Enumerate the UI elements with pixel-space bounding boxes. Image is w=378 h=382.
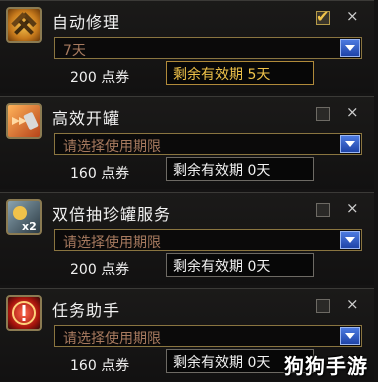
service-panel-double-draw: x2 双倍抽珍罐服务 × 请选择使用期限 200 点券 剩余有效期 0天 xyxy=(0,192,374,285)
price-label: 160 点券 xyxy=(70,355,129,375)
remaining-label: 剩余有效期 xyxy=(173,67,243,83)
close-icon[interactable]: × xyxy=(346,295,359,313)
price-label: 200 点券 xyxy=(70,67,129,87)
fast-open-can-icon xyxy=(6,103,42,139)
price-value: 160 xyxy=(70,358,97,374)
remaining-value: 0天 xyxy=(247,163,271,179)
duration-select[interactable]: 7天 xyxy=(54,37,362,59)
remaining-label: 剩余有效期 xyxy=(173,355,243,371)
price-unit: 点券 xyxy=(101,358,130,374)
service-title: 自动修理 xyxy=(52,13,121,32)
price-label: 160 点券 xyxy=(70,163,129,183)
close-icon[interactable]: × xyxy=(346,199,359,217)
price-value: 200 xyxy=(70,262,97,278)
close-icon[interactable]: × xyxy=(346,103,359,121)
enable-checkbox[interactable] xyxy=(316,203,330,217)
dropdown-arrow-icon[interactable] xyxy=(340,39,360,57)
duration-select-value: 7天 xyxy=(63,43,86,59)
checkmark-icon: ✔ xyxy=(316,7,330,26)
price-value: 200 xyxy=(70,70,97,86)
service-panel-fast-open: 高效开罐 × 请选择使用期限 160 点券 剩余有效期 0天 xyxy=(0,96,374,189)
price-value: 160 xyxy=(70,166,97,182)
remaining-value: 5天 xyxy=(247,67,271,83)
duration-select-value: 请选择使用期限 xyxy=(63,139,161,155)
remaining-validity: 剩余有效期 0天 xyxy=(166,157,314,181)
service-title: 双倍抽珍罐服务 xyxy=(52,205,172,224)
remaining-value: 0天 xyxy=(247,355,271,371)
price-unit: 点券 xyxy=(101,262,130,278)
price-label: 200 点券 xyxy=(70,259,129,279)
watermark-text: 狗狗手游 xyxy=(284,354,368,378)
remaining-label: 剩余有效期 xyxy=(173,259,243,275)
close-icon[interactable]: × xyxy=(346,7,359,25)
duration-select[interactable]: 请选择使用期限 xyxy=(54,133,362,155)
duration-select-value: 请选择使用期限 xyxy=(63,235,161,251)
price-unit: 点券 xyxy=(101,70,130,86)
double-x2-icon: x2 xyxy=(6,199,42,235)
task-assistant-icon xyxy=(6,295,42,331)
svg-text:x2: x2 xyxy=(22,220,37,233)
repair-hammer-icon xyxy=(6,7,42,43)
dropdown-arrow-icon[interactable] xyxy=(340,231,360,249)
remaining-validity: 剩余有效期 0天 xyxy=(166,253,314,277)
duration-select[interactable]: 请选择使用期限 xyxy=(54,325,362,347)
remaining-value: 0天 xyxy=(247,259,271,275)
remaining-label: 剩余有效期 xyxy=(173,163,243,179)
price-unit: 点券 xyxy=(101,166,130,182)
dropdown-arrow-icon[interactable] xyxy=(340,327,360,345)
remaining-validity: 剩余有效期 5天 xyxy=(166,61,314,85)
enable-checkbox[interactable] xyxy=(316,107,330,121)
duration-select-value: 请选择使用期限 xyxy=(63,331,161,347)
service-title: 任务助手 xyxy=(52,301,121,320)
enable-checkbox[interactable] xyxy=(316,299,330,313)
service-title: 高效开罐 xyxy=(52,109,121,128)
duration-select[interactable]: 请选择使用期限 xyxy=(54,229,362,251)
dropdown-arrow-icon[interactable] xyxy=(340,135,360,153)
service-panel-auto-repair: 自动修理 ✔ × 7天 200 点券 剩余有效期 5天 xyxy=(0,0,374,93)
enable-checkbox[interactable]: ✔ xyxy=(316,7,330,26)
